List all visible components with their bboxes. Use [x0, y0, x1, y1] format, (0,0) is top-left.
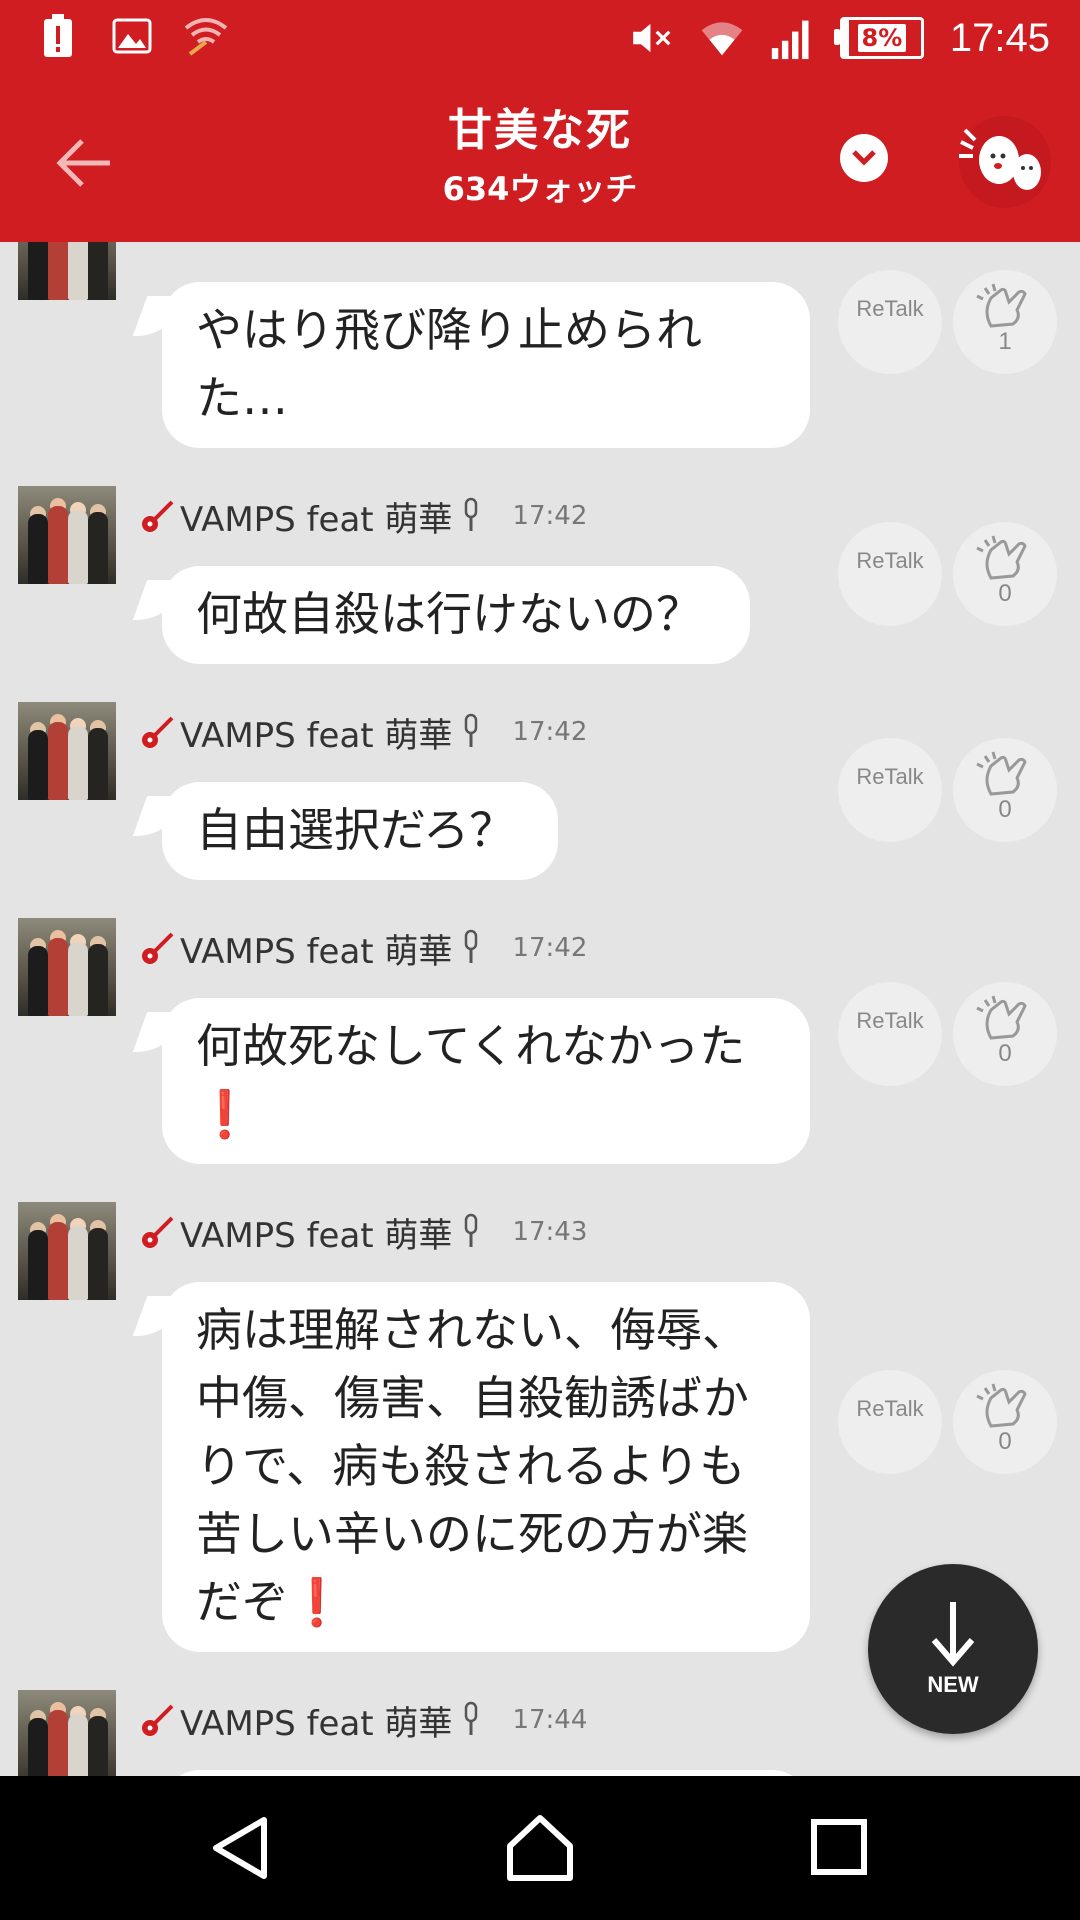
message-text: 何故死なしてくれなかった [196, 1019, 746, 1073]
retalk-button[interactable]: ReTalk [838, 738, 942, 842]
avatar[interactable] [18, 918, 116, 1016]
clap-button[interactable]: 0 [953, 982, 1057, 1086]
message-header: VAMPS feat 萌華 17:42 [140, 924, 588, 973]
username[interactable]: VAMPS feat 萌華 [180, 708, 452, 757]
retalk-label: ReTalk [856, 548, 924, 573]
app-bar: 甘美な死 634ウォッチ [0, 76, 1080, 242]
microphone-icon [465, 1213, 478, 1247]
exclamation-icon: ❗ [196, 1087, 254, 1141]
clap-button[interactable]: 0 [953, 1370, 1057, 1474]
clapping-mascot-icon[interactable] [955, 112, 1055, 212]
signal-icon [770, 16, 814, 60]
retalk-button[interactable]: ReTalk [838, 1370, 942, 1474]
avatar[interactable] [18, 486, 116, 584]
message-header: VAMPS feat 萌華 17:43 [140, 1208, 588, 1257]
timestamp: 17:42 [512, 501, 588, 531]
message-text: 苦しい辛いのに死の方が楽 [196, 1507, 748, 1561]
avatar[interactable] [18, 1202, 116, 1300]
home-icon[interactable] [504, 1812, 576, 1884]
timestamp: 17:44 [512, 1705, 588, 1735]
username[interactable]: VAMPS feat 萌華 [180, 1208, 452, 1257]
message-text: やはり飛び降り止められ [196, 303, 702, 357]
clap-button[interactable]: 0 [953, 738, 1057, 842]
clap-icon [976, 1383, 1027, 1428]
retalk-label: ReTalk [856, 1396, 924, 1421]
message-bubble[interactable]: やはり飛び降り止められ た… [162, 282, 810, 448]
message-header: VAMPS feat 萌華 17:42 [140, 708, 588, 757]
wifi-off-icon [184, 14, 228, 58]
guitar-icon [142, 1704, 174, 1736]
message-bubble[interactable]: 自由選択だろ？ [162, 782, 558, 880]
battery-indicator: 8% [833, 17, 924, 59]
battery-alert-icon [36, 14, 80, 58]
clap-count: 0 [998, 1428, 1012, 1455]
clock: 17:45 [949, 15, 1050, 60]
room-title: 甘美な死 [448, 105, 632, 156]
message-header: VAMPS feat 萌華 17:42 [140, 492, 588, 541]
microphone-icon [465, 497, 478, 531]
clap-count: 0 [998, 580, 1012, 607]
clap-count: 0 [998, 796, 1012, 823]
new-label: NEW [927, 1672, 979, 1697]
timestamp: 17:42 [512, 933, 588, 963]
new-messages-button[interactable]: NEW [868, 1564, 1038, 1734]
clap-button[interactable]: 0 [953, 522, 1057, 626]
message-text: だぞ [196, 1575, 288, 1629]
wifi-icon [700, 16, 744, 60]
timestamp: 17:42 [512, 717, 588, 747]
message-bubble[interactable]: 病は理解されない、侮辱、 中傷、傷害、自殺勧誘ばか りで、病も殺されるよりも 苦… [162, 1282, 810, 1652]
message-text: 病は理解されない、侮辱、 [196, 1303, 748, 1357]
guitar-icon [142, 932, 174, 964]
back-triangle-icon[interactable] [206, 1812, 278, 1884]
clap-icon [976, 751, 1027, 796]
chevron-down-icon[interactable] [840, 134, 888, 182]
message-text: た… [196, 371, 288, 425]
clap-icon [976, 283, 1027, 328]
username[interactable]: VAMPS feat 萌華 [180, 492, 452, 541]
avatar[interactable] [18, 1690, 116, 1776]
microphone-icon [465, 1701, 478, 1735]
message-text: 中傷、傷害、自殺勧誘ばか [196, 1371, 749, 1425]
clap-button[interactable]: 1 [953, 270, 1057, 374]
status-bar: 8% 17:45 [0, 0, 1080, 76]
message-header: VAMPS feat 萌華 17:44 [140, 1696, 588, 1745]
avatar[interactable] [18, 242, 116, 300]
retalk-button[interactable]: ReTalk [838, 982, 942, 1086]
microphone-icon [465, 713, 478, 747]
message-bubble[interactable]: 何故自殺は行けないの？ [162, 566, 750, 664]
clap-count: 0 [998, 1040, 1012, 1067]
message-text: 何故自殺は行けないの？ [196, 587, 702, 641]
mute-icon [630, 16, 674, 60]
guitar-icon [142, 1216, 174, 1248]
avatar[interactable] [18, 702, 116, 800]
message-bubble[interactable]: 何故死なしてくれなかった ❗ [162, 998, 810, 1164]
message-text: りで、病も殺されるよりも [196, 1439, 746, 1493]
retalk-label: ReTalk [856, 296, 924, 321]
retalk-button[interactable]: ReTalk [838, 522, 942, 626]
recents-icon[interactable] [804, 1812, 876, 1884]
guitar-icon [142, 716, 174, 748]
clap-icon [976, 535, 1027, 580]
retalk-label: ReTalk [856, 1008, 924, 1033]
clap-icon [976, 995, 1027, 1040]
retalk-label: ReTalk [856, 764, 924, 789]
image-notification-icon [110, 14, 154, 58]
battery-percent: 8% [857, 24, 907, 52]
message-feed[interactable]: やはり飛び降り止められ た… ReTalk 1 VAMPS feat 萌華 17… [0, 242, 1080, 1776]
microphone-icon [465, 929, 478, 963]
message-text: 自由選択だろ？ [196, 803, 516, 857]
watch-count: 634ウォッチ [442, 170, 638, 208]
arrow-down-icon [931, 1602, 975, 1667]
guitar-icon [142, 500, 174, 532]
navigation-bar [0, 1776, 1080, 1920]
username[interactable]: VAMPS feat 萌華 [180, 924, 452, 973]
clap-count: 1 [998, 328, 1012, 355]
timestamp: 17:43 [512, 1217, 588, 1247]
room-header: 甘美な死 634ウォッチ [0, 94, 1080, 210]
retalk-button[interactable]: ReTalk [838, 270, 942, 374]
exclamation-icon: ❗ [288, 1575, 346, 1629]
username[interactable]: VAMPS feat 萌華 [180, 1696, 452, 1745]
